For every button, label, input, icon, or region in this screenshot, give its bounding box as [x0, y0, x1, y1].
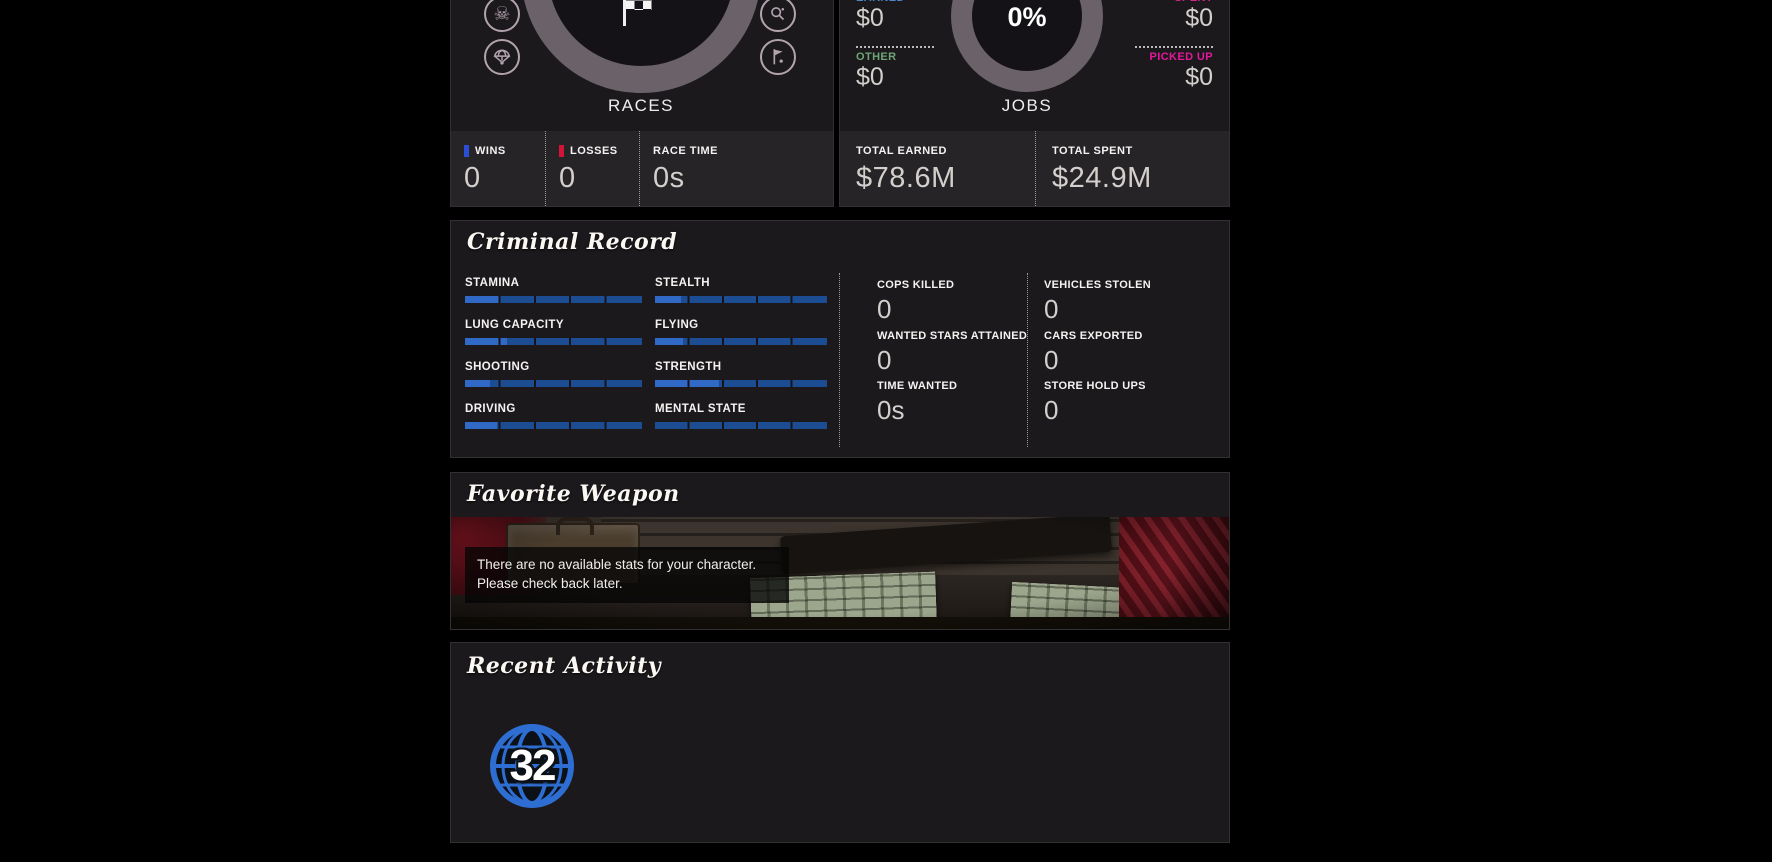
no-stats-message: There are no available stats for your ch…	[465, 547, 789, 603]
lung-capacity-bar	[465, 338, 642, 345]
wanted-stars-stat: WANTED STARS ATTAINED 0	[877, 330, 1037, 376]
losses-value: 0	[559, 162, 639, 195]
races-panel: ☠ RACES WINS 0 LOSSES 0	[450, 0, 834, 207]
recent-activity-panel: Recent Activity 32	[450, 642, 1230, 843]
skill-strength: STRENGTH	[655, 361, 827, 387]
favorite-weapon-title: Favorite Weapon	[467, 481, 680, 507]
skill-flying: FLYING	[655, 319, 827, 345]
total-spent-stat: TOTAL SPENT $24.9M	[1035, 131, 1229, 206]
skill-stealth: STEALTH	[655, 277, 827, 303]
picked-up-label: PICKED UP	[1103, 51, 1213, 63]
flying-bar	[655, 338, 827, 345]
checkered-flag-icon	[621, 0, 655, 34]
jobs-title: JOBS	[951, 96, 1103, 116]
total-earned-stat: TOTAL EARNED $78.6M	[840, 131, 1035, 206]
other-label: OTHER	[856, 51, 966, 63]
races-title: RACES	[521, 96, 761, 116]
other-value: $0	[856, 63, 966, 92]
skill-stamina: STAMINA	[465, 277, 642, 303]
picked-up-money-block: PICKED UP $0	[1103, 51, 1213, 92]
jobs-percent: 0%	[951, 2, 1103, 33]
total-earned-value: $78.6M	[856, 162, 1035, 195]
driving-bar	[465, 422, 642, 429]
losses-stat: LOSSES 0	[545, 131, 639, 206]
deathmatch-skull-icon[interactable]: ☠	[484, 0, 520, 32]
rank-badge[interactable]: 32	[489, 723, 575, 809]
spent-value: $0	[1103, 4, 1213, 33]
criminal-record-title: Criminal Record	[467, 229, 677, 255]
recent-activity-title: Recent Activity	[467, 653, 661, 679]
criminal-record-panel: Criminal Record STAMINA LUNG CAPACITY SH…	[450, 220, 1230, 458]
magnifier-icon[interactable]	[760, 0, 796, 32]
favorite-weapon-panel: Favorite Weapon There are no available s…	[450, 472, 1230, 630]
skill-driving: DRIVING	[465, 403, 642, 429]
jobs-panel: 0% EARNED $0 OTHER $0 SPENT $0 PICKED UP…	[839, 0, 1230, 207]
picked-up-value: $0	[1103, 63, 1213, 92]
wins-stat: WINS 0	[451, 131, 545, 206]
other-money-block: OTHER $0	[856, 51, 966, 92]
race-time-stat: RACE TIME 0s	[639, 131, 833, 206]
weapons-table-image: There are no available stats for your ch…	[451, 517, 1229, 629]
criminal-record-divider-1	[839, 273, 840, 447]
jobs-totals-strip: TOTAL EARNED $78.6M TOTAL SPENT $24.9M	[840, 131, 1229, 206]
skill-mental-state: MENTAL STATE	[655, 403, 827, 429]
losses-marker	[559, 145, 564, 157]
earned-value: $0	[856, 4, 966, 33]
wins-value: 0	[464, 162, 545, 195]
spent-money-block: SPENT $0	[1103, 0, 1213, 33]
store-hold-ups-stat: STORE HOLD UPS 0	[1044, 380, 1204, 426]
earned-money-block: EARNED $0	[856, 0, 966, 33]
cops-killed-stat: COPS KILLED 0	[877, 279, 1037, 325]
vehicles-stolen-stat: VEHICLES STOLEN 0	[1044, 279, 1204, 325]
stealth-bar	[655, 296, 827, 303]
race-flag-icon[interactable]	[760, 39, 796, 75]
cars-exported-stat: CARS EXPORTED 0	[1044, 330, 1204, 376]
strength-bar	[655, 380, 827, 387]
rank-number: 32	[489, 723, 575, 809]
mental-state-bar	[655, 422, 827, 429]
shooting-bar	[465, 380, 642, 387]
wins-marker	[464, 145, 469, 157]
race-time-value: 0s	[653, 162, 833, 195]
time-wanted-stat: TIME WANTED 0s	[877, 380, 1037, 426]
skill-shooting: SHOOTING	[465, 361, 642, 387]
total-spent-value: $24.9M	[1052, 162, 1229, 195]
races-stats-strip: WINS 0 LOSSES 0 RACE TIME 0s	[451, 131, 833, 206]
skill-lung-capacity: LUNG CAPACITY	[465, 319, 642, 345]
stamina-bar	[465, 296, 642, 303]
parachute-icon[interactable]	[484, 39, 520, 75]
